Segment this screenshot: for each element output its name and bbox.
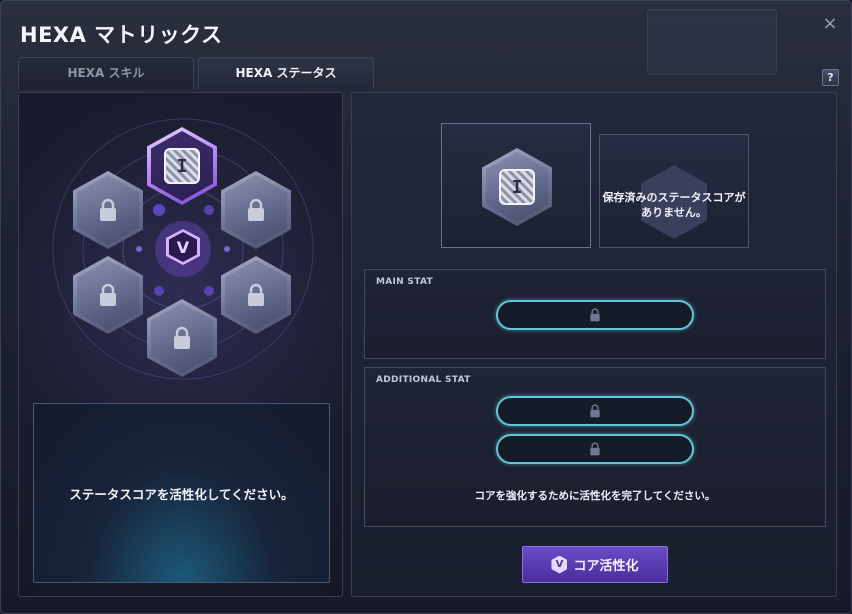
current-status-core: oo I [482, 148, 552, 226]
activate-core-button[interactable]: V コア活性化 [522, 546, 668, 583]
lock-icon [100, 283, 116, 306]
tab-hexa-skill[interactable]: HEXA スキル [18, 57, 194, 89]
background-minimap [647, 9, 777, 75]
additional-stat-section: ADDITIONAL STAT コアを強化するために活性化を完了してください。 [364, 367, 826, 527]
saved-core-slot: 保存済みのステータスコアが ありません。 [599, 134, 749, 248]
activate-status-core-prompt: ステータスコアを活性化してください。 [69, 486, 294, 502]
help-button[interactable]: ? [822, 69, 839, 86]
hexa-matrix-window: HEXA マトリックス × ? HEXA スキル HEXA ステータス oo I [0, 0, 852, 614]
additional-stat-label: ADDITIONAL STAT [376, 375, 471, 385]
main-stat-slot[interactable] [496, 300, 694, 330]
no-saved-core-message: 保存済みのステータスコアが ありません。 [602, 191, 746, 219]
window-title: HEXA マトリックス [20, 23, 223, 47]
lock-icon [590, 442, 600, 456]
activate-core-label: コア活性化 [573, 559, 639, 574]
core-info-box: ステータスコアを活性化してください。 [33, 403, 330, 583]
lock-icon [100, 198, 116, 221]
close-icon[interactable]: × [821, 15, 839, 33]
current-core-slot: oo I [441, 123, 591, 248]
lock-icon [248, 198, 264, 221]
status-core-icon: I [499, 169, 535, 205]
lock-icon [590, 308, 600, 322]
lock-icon [248, 283, 264, 306]
main-stat-section: MAIN STAT [364, 269, 826, 359]
core-layout-panel: oo I V ステータスコアを活性化してください。 [18, 92, 343, 597]
status-core-icon: I [164, 148, 200, 184]
enhance-hint-text: コアを強化するために活性化を完了してください。 [474, 490, 716, 502]
additional-stat-slot-2[interactable] [496, 434, 694, 464]
lock-icon [174, 326, 190, 349]
status-detail-panel: oo I 保存済みのステータスコアが ありません。 MAIN STAT ADDI… [351, 92, 837, 597]
main-stat-label: MAIN STAT [376, 277, 433, 287]
core-dots: oo [491, 136, 505, 146]
tab-hexa-status[interactable]: HEXA ステータス [198, 57, 374, 89]
lock-icon [590, 404, 600, 418]
additional-stat-slot-1[interactable] [496, 396, 694, 426]
hexa-v-icon: V [551, 555, 568, 574]
